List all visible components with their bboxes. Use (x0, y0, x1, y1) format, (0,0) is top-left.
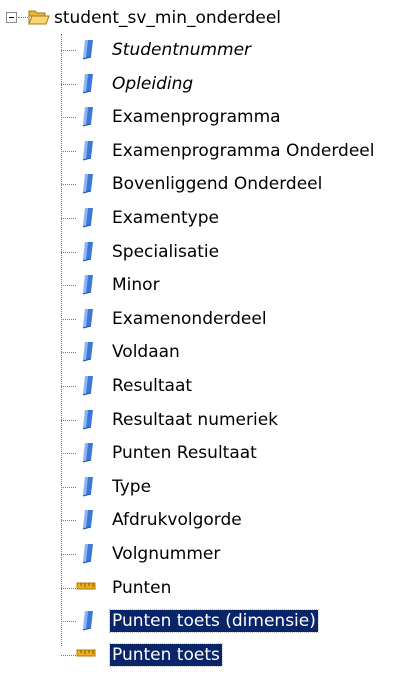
tree-node-label[interactable]: Examenprogramma Onderdeel (110, 140, 377, 162)
tree-connector (61, 352, 76, 353)
tree-node-label[interactable]: Resultaat numeriek (110, 409, 280, 431)
tree-node-label[interactable]: Examenonderdeel (110, 308, 269, 330)
attribute-icon (75, 172, 97, 194)
tree-connector (61, 588, 76, 589)
tree-connector (61, 84, 76, 85)
tree-node-label[interactable]: Punten Resultaat (110, 442, 259, 464)
tree-view[interactable]: student_sv_min_onderdeel Studentnummer Op… (0, 0, 403, 679)
attribute-icon (75, 38, 97, 60)
tree-node-label[interactable]: Afdrukvolgorde (110, 509, 244, 531)
tree-connector (61, 621, 76, 622)
attribute-icon (75, 206, 97, 228)
tree-node[interactable]: Type (0, 471, 403, 504)
attribute-icon (75, 72, 97, 94)
tree-node-label[interactable]: Voldaan (110, 341, 182, 363)
tree-connector (61, 554, 76, 555)
tree-node[interactable]: Resultaat (0, 370, 403, 403)
measure-icon (75, 643, 97, 665)
attribute-icon (75, 408, 97, 430)
tree-node-label[interactable]: Examenprogramma (110, 106, 283, 128)
tree-node[interactable]: Examentype (0, 202, 403, 235)
attribute-icon (75, 307, 97, 329)
tree-connector (61, 285, 76, 286)
tree-node-root[interactable]: student_sv_min_onderdeel (0, 6, 403, 34)
tree-connector (61, 117, 76, 118)
tree-node-root-label[interactable]: student_sv_min_onderdeel (54, 7, 281, 29)
attribute-icon (75, 273, 97, 295)
attribute-icon (75, 340, 97, 362)
tree-node[interactable]: Afdrukvolgorde (0, 504, 403, 537)
attribute-icon (75, 475, 97, 497)
tree-node-label[interactable]: Bovenliggend Onderdeel (110, 173, 324, 195)
tree-connector (61, 655, 76, 656)
tree-node[interactable]: Studentnummer (0, 34, 403, 67)
attribute-icon (75, 609, 97, 631)
tree-node-label[interactable]: Minor (110, 274, 162, 296)
tree-connector (61, 420, 76, 421)
tree-connector (61, 252, 76, 253)
tree-node-label[interactable]: Opleiding (110, 73, 195, 95)
tree-connector (61, 453, 76, 454)
tree-node-label[interactable]: Resultaat (110, 375, 194, 397)
tree-node[interactable]: Punten toets (0, 639, 403, 672)
tree-node[interactable]: Examenprogramma (0, 101, 403, 134)
tree-node-label[interactable]: Type (110, 476, 153, 498)
attribute-icon (75, 441, 97, 463)
tree-node[interactable]: Resultaat numeriek (0, 404, 403, 437)
tree-connector (61, 50, 76, 51)
attribute-icon (75, 139, 97, 161)
attribute-icon (75, 240, 97, 262)
tree-node[interactable]: Examenonderdeel (0, 303, 403, 336)
tree-node[interactable]: Punten toets (dimensie) (0, 605, 403, 638)
tree-node-label[interactable]: Examentype (110, 207, 221, 229)
tree-node-label[interactable]: Specialisatie (110, 241, 221, 263)
tree-connector (61, 319, 76, 320)
tree-node[interactable]: Voldaan (0, 336, 403, 369)
attribute-icon (75, 508, 97, 530)
tree-node[interactable]: Opleiding (0, 68, 403, 101)
tree-node[interactable]: Punten Resultaat (0, 437, 403, 470)
tree-node-label[interactable]: Punten toets (dimensie) (109, 609, 319, 633)
tree-node-label[interactable]: Punten toets (109, 643, 223, 667)
tree-node[interactable]: Punten (0, 572, 403, 605)
attribute-icon (75, 542, 97, 564)
tree-connector (61, 520, 76, 521)
tree-node[interactable]: Volgnummer (0, 538, 403, 571)
tree-node[interactable]: Examenprogramma Onderdeel (0, 135, 403, 168)
measure-icon (75, 576, 97, 598)
collapse-icon[interactable] (6, 12, 17, 23)
tree-node[interactable]: Bovenliggend Onderdeel (0, 168, 403, 201)
tree-connector (61, 386, 76, 387)
attribute-icon (75, 105, 97, 127)
tree-node[interactable]: Specialisatie (0, 236, 403, 269)
tree-connector (61, 184, 76, 185)
tree-node-label[interactable]: Volgnummer (110, 543, 222, 565)
open-folder-icon (28, 8, 50, 26)
attribute-icon (75, 374, 97, 396)
tree-connector (61, 487, 76, 488)
tree-node-label[interactable]: Punten (110, 577, 173, 599)
tree-node-label[interactable]: Studentnummer (110, 39, 253, 61)
tree-connector (61, 151, 76, 152)
tree-connector (18, 17, 28, 18)
tree-connector (61, 218, 76, 219)
tree-node[interactable]: Minor (0, 269, 403, 302)
